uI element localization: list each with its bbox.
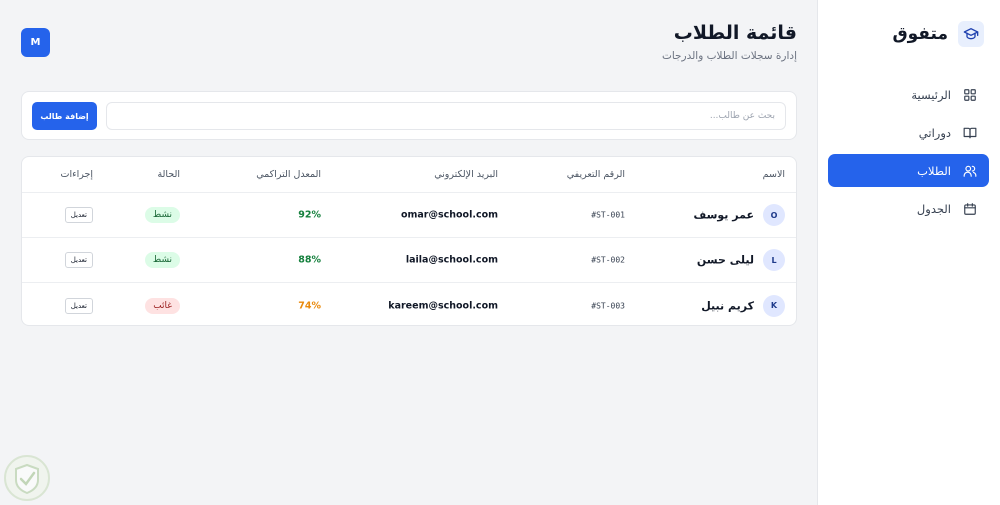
student-name: ليلى حسن	[696, 253, 754, 267]
status-badge: نشط	[144, 207, 180, 223]
sidebar-item-label: الطلاب	[917, 163, 951, 178]
student-id: #ST-001	[591, 210, 625, 220]
column-header-gpa: المعدل التراكمي	[256, 169, 321, 180]
graduation-cap-icon	[958, 21, 984, 47]
student-email: kareem@school.com	[388, 300, 498, 311]
edit-button[interactable]: تعديل	[64, 297, 93, 314]
sidebar: متفوق الرئيسية دوراتي الطلاب الجدول	[817, 0, 1000, 505]
student-gpa: 92%	[298, 209, 321, 221]
column-header-id: الرقم التعريفي	[566, 169, 625, 180]
brand[interactable]: متفوق	[832, 20, 984, 48]
table-row[interactable]: K كريم نبيل #ST-003 kareem@school.com 74% غائ…	[22, 283, 796, 325]
add-student-button[interactable]: إضافة طالب	[32, 102, 97, 130]
users-icon	[963, 165, 977, 177]
student-name: كريم نبيل	[701, 299, 754, 312]
sidebar-item-label: الرئيسية	[911, 87, 951, 102]
sidebar-item-students[interactable]: الطلاب	[828, 154, 989, 187]
student-avatar: K	[763, 294, 785, 317]
student-gpa: 88%	[298, 254, 321, 266]
student-email: laila@school.com	[405, 254, 498, 266]
app-name: متفوق	[892, 24, 948, 44]
student-email: omar@school.com	[400, 209, 498, 221]
sidebar-item-home[interactable]: الرئيسية	[828, 78, 989, 111]
status-badge: غائب	[145, 297, 180, 314]
column-header-status: الحالة	[157, 169, 180, 180]
students-table: الاسم الرقم التعريفي البريد الإلكتروني ا…	[21, 156, 797, 326]
search-input[interactable]	[106, 102, 786, 130]
page-title: قائمة الطلاب	[673, 22, 797, 44]
sidebar-item-courses[interactable]: دوراتي	[828, 116, 989, 149]
page-subtitle: إدارة سجلات الطلاب والدرجات	[661, 50, 797, 62]
edit-button[interactable]: تعديل	[64, 207, 93, 223]
column-header-actions: إجراءات	[60, 169, 93, 180]
table-row[interactable]: O عمر يوسف #ST-001 omar@school.com 92% نشط تعد…	[22, 193, 796, 238]
table-header: الاسم الرقم التعريفي البريد الإلكتروني ا…	[22, 157, 796, 193]
student-gpa: 74%	[298, 300, 321, 311]
toolbar: إضافة طالب	[21, 91, 797, 140]
calendar-icon	[964, 202, 976, 215]
column-header-name: الاسم	[762, 169, 785, 180]
watermark-logo	[4, 455, 50, 501]
user-avatar[interactable]: M	[21, 28, 50, 57]
student-id: #ST-003	[591, 301, 625, 310]
student-id: #ST-002	[591, 255, 625, 265]
student-avatar: L	[763, 249, 785, 271]
status-badge: نشط	[144, 252, 180, 268]
edit-button[interactable]: تعديل	[64, 252, 93, 268]
book-icon	[963, 127, 977, 138]
column-header-email: البريد الإلكتروني	[434, 169, 498, 180]
sidebar-item-label: الجدول	[916, 201, 951, 216]
table-row[interactable]: L ليلى حسن #ST-002 laila@school.com 88% نشط تع…	[22, 238, 796, 283]
student-name: عمر يوسف	[693, 208, 754, 222]
sidebar-item-label: دوراتي	[918, 125, 951, 140]
grid-icon	[964, 88, 976, 101]
student-avatar: O	[763, 204, 785, 226]
sidebar-item-schedule[interactable]: الجدول	[828, 192, 989, 225]
